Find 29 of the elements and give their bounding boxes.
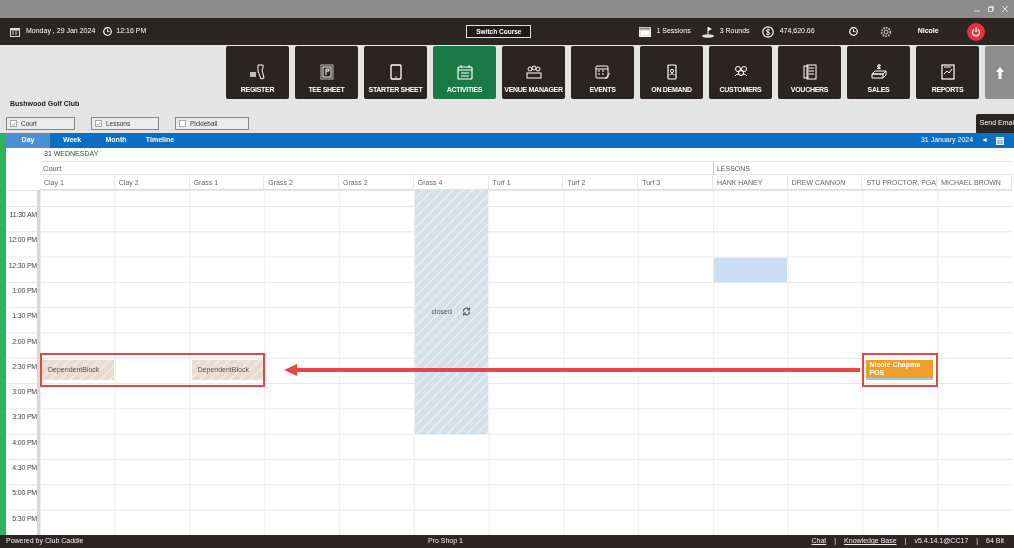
close-icon[interactable] [1002,6,1008,12]
settings-icon[interactable] [879,25,892,38]
scroll-up-button[interactable] [985,46,1014,99]
calendar-icon [593,63,612,81]
flag-icon [317,63,336,81]
calendar-icon [455,63,474,81]
document-icon [800,63,819,81]
restore-icon[interactable] [988,6,994,12]
money-icon [869,63,888,81]
checkbox[interactable] [179,120,186,127]
report-icon [938,63,957,81]
selected-cell[interactable] [713,257,787,282]
scanner-icon [248,63,267,81]
calendar-icon [10,26,20,37]
refresh-icon[interactable] [461,307,471,317]
checkbox[interactable] [10,120,17,127]
clock-icon[interactable] [848,27,858,36]
checkbox[interactable] [95,120,102,127]
arrow-up-icon [995,66,1004,79]
group-icon [524,63,543,81]
power-button[interactable] [966,22,985,41]
power-icon [970,26,981,37]
dollar-icon [761,25,774,38]
calendar-icon[interactable] [996,136,1004,145]
check-icon [96,120,101,127]
check-icon [11,120,16,127]
golf-flag-icon [700,25,715,38]
calendar-icon [639,26,652,37]
clock-icon [103,27,113,36]
